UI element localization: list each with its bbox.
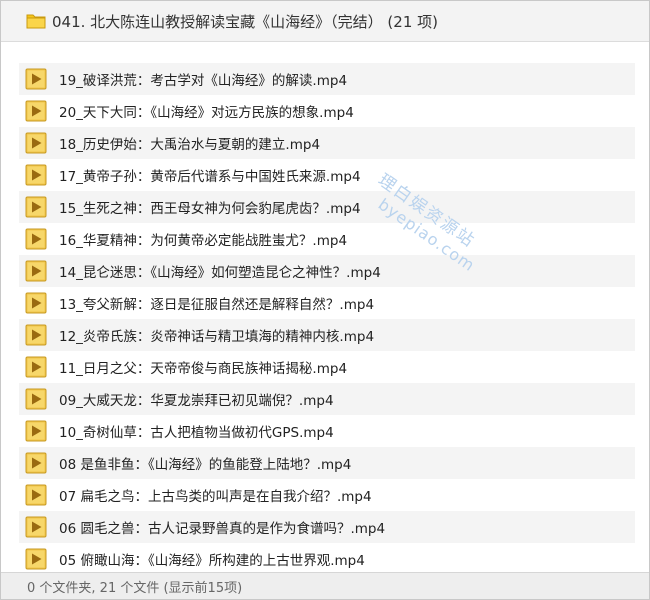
file-name: 05 俯瞰山海：《山海经》所构建的上古世界观.mp4 bbox=[59, 553, 365, 569]
file-row[interactable]: 09_大威天龙：华夏龙崇拜已初见端倪？.mp4 bbox=[19, 383, 635, 415]
media-play-icon bbox=[25, 484, 47, 506]
file-row[interactable]: 13_夸父新解：逐日是征服自然还是解释自然？.mp4 bbox=[19, 287, 635, 319]
media-play-icon bbox=[25, 196, 47, 218]
file-row[interactable]: 06 圆毛之兽：古人记录野兽真的是作为食谱吗？.mp4 bbox=[19, 511, 635, 543]
file-row[interactable]: 17_黄帝子孙：黄帝后代谱系与中国姓氏来源.mp4 bbox=[19, 159, 635, 191]
file-name: 10_奇树仙草：古人把植物当做初代GPS.mp4 bbox=[59, 425, 334, 441]
folder-header: 041. 北大陈连山教授解读宝藏《山海经》（完结） (21 项) bbox=[1, 1, 649, 42]
status-text: 0 个文件夹, 21 个文件 (显示前15项) bbox=[27, 580, 243, 596]
file-row[interactable]: 07 扁毛之鸟：上古鸟类的叫声是在自我介绍？.mp4 bbox=[19, 479, 635, 511]
media-play-icon bbox=[25, 228, 47, 250]
folder-icon bbox=[26, 12, 46, 30]
file-name: 06 圆毛之兽：古人记录野兽真的是作为食谱吗？.mp4 bbox=[59, 521, 386, 537]
file-name: 14_昆仑迷思：《山海经》如何塑造昆仑之神性？.mp4 bbox=[59, 265, 381, 281]
media-play-icon bbox=[25, 388, 47, 410]
media-play-icon bbox=[25, 324, 47, 346]
file-row[interactable]: 19_破译洪荒：考古学对《山海经》的解读.mp4 bbox=[19, 63, 635, 95]
file-row[interactable]: 16_华夏精神：为何黄帝必定能战胜蚩尤？.mp4 bbox=[19, 223, 635, 255]
status-bar: 0 个文件夹, 21 个文件 (显示前15项) bbox=[1, 572, 649, 599]
file-row[interactable]: 12_炎帝氏族：炎帝神话与精卫填海的精神内核.mp4 bbox=[19, 319, 635, 351]
file-row[interactable]: 20_天下大同：《山海经》对远方民族的想象.mp4 bbox=[19, 95, 635, 127]
media-play-icon bbox=[25, 420, 47, 442]
media-play-icon bbox=[25, 356, 47, 378]
folder-title: 041. 北大陈连山教授解读宝藏《山海经》（完结） (21 项) bbox=[52, 12, 438, 31]
media-play-icon bbox=[25, 132, 47, 154]
file-explorer-window: 041. 北大陈连山教授解读宝藏《山海经》（完结） (21 项) 19_破译洪荒… bbox=[0, 0, 650, 600]
file-row[interactable]: 10_奇树仙草：古人把植物当做初代GPS.mp4 bbox=[19, 415, 635, 447]
file-name: 18_历史伊始：大禹治水与夏朝的建立.mp4 bbox=[59, 137, 321, 153]
file-name: 09_大威天龙：华夏龙崇拜已初见端倪？.mp4 bbox=[59, 393, 334, 409]
file-name: 19_破译洪荒：考古学对《山海经》的解读.mp4 bbox=[59, 73, 348, 89]
file-name: 20_天下大同：《山海经》对远方民族的想象.mp4 bbox=[59, 105, 354, 121]
media-play-icon bbox=[25, 452, 47, 474]
file-name: 17_黄帝子孙：黄帝后代谱系与中国姓氏来源.mp4 bbox=[59, 169, 361, 185]
file-row[interactable]: 15_生死之神：西王母女神为何会豹尾虎齿？.mp4 bbox=[19, 191, 635, 223]
media-play-icon bbox=[25, 260, 47, 282]
media-play-icon bbox=[25, 164, 47, 186]
file-name: 11_日月之父：天帝帝俊与商民族神话揭秘.mp4 bbox=[59, 361, 348, 377]
media-play-icon bbox=[25, 292, 47, 314]
file-row[interactable]: 08 是鱼非鱼：《山海经》的鱼能登上陆地？.mp4 bbox=[19, 447, 635, 479]
file-row[interactable]: 14_昆仑迷思：《山海经》如何塑造昆仑之神性？.mp4 bbox=[19, 255, 635, 287]
media-play-icon bbox=[25, 68, 47, 90]
file-name: 13_夸父新解：逐日是征服自然还是解释自然？.mp4 bbox=[59, 297, 375, 313]
file-name: 08 是鱼非鱼：《山海经》的鱼能登上陆地？.mp4 bbox=[59, 457, 352, 473]
media-play-icon bbox=[25, 548, 47, 570]
file-row[interactable]: 05 俯瞰山海：《山海经》所构建的上古世界观.mp4 bbox=[19, 543, 635, 575]
file-row[interactable]: 11_日月之父：天帝帝俊与商民族神话揭秘.mp4 bbox=[19, 351, 635, 383]
file-list: 19_破译洪荒：考古学对《山海经》的解读.mp4 20_天下大同：《山海经》对远方… bbox=[19, 63, 635, 575]
file-name: 12_炎帝氏族：炎帝神话与精卫填海的精神内核.mp4 bbox=[59, 329, 375, 345]
media-play-icon bbox=[25, 516, 47, 538]
file-name: 15_生死之神：西王母女神为何会豹尾虎齿？.mp4 bbox=[59, 201, 361, 217]
file-name: 16_华夏精神：为何黄帝必定能战胜蚩尤？.mp4 bbox=[59, 233, 348, 249]
file-row[interactable]: 18_历史伊始：大禹治水与夏朝的建立.mp4 bbox=[19, 127, 635, 159]
file-name: 07 扁毛之鸟：上古鸟类的叫声是在自我介绍？.mp4 bbox=[59, 489, 372, 505]
media-play-icon bbox=[25, 100, 47, 122]
